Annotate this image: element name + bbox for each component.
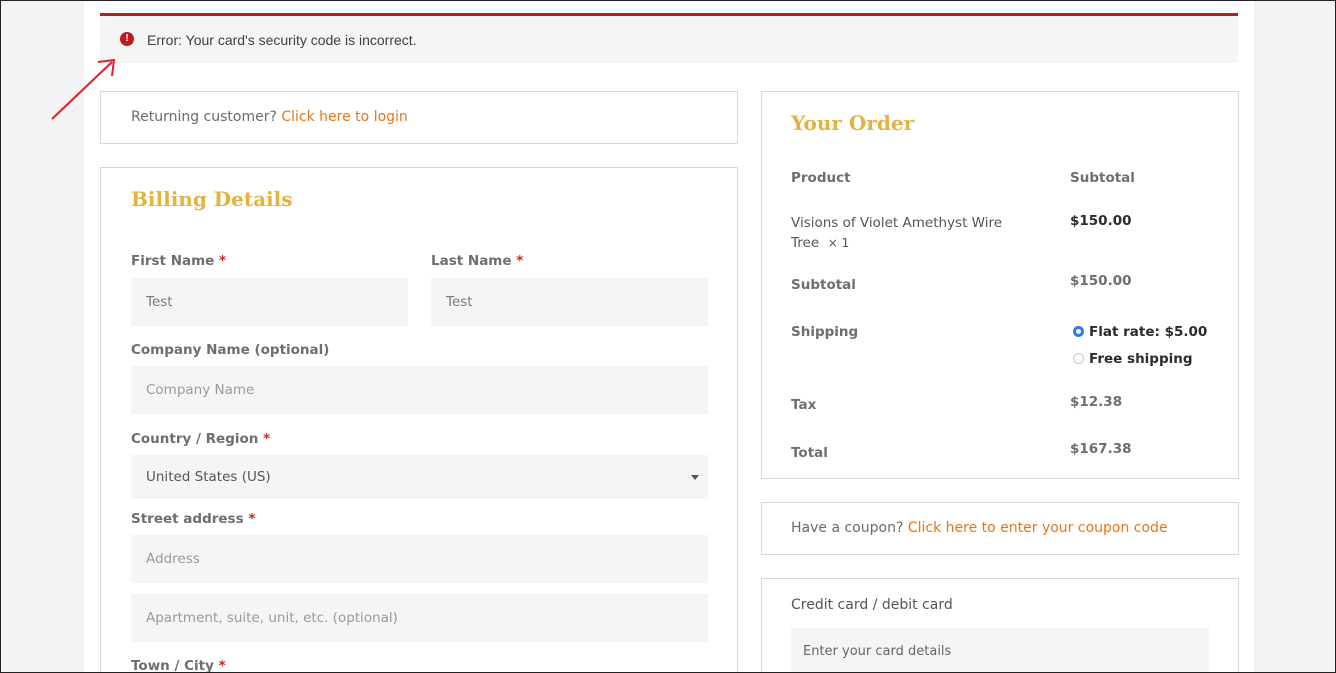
billing-details-panel: Billing Details First Name * Test Last N… [100, 167, 738, 673]
order-title: Your Order [791, 111, 915, 135]
subtotal-value: $150.00 [1070, 273, 1132, 289]
apartment-field[interactable]: Apartment, suite, unit, etc. (optional) [131, 594, 708, 642]
country-select[interactable]: United States (US) [131, 455, 708, 499]
radio-unselected-icon[interactable] [1073, 353, 1084, 364]
error-circle-icon: ! [120, 32, 134, 46]
returning-customer-box: Returning customer? Click here to login [100, 91, 738, 144]
order-summary-panel: Your Order Product Subtotal Visions of V… [761, 91, 1239, 479]
subtotal-column-header: Subtotal [1070, 170, 1135, 186]
tax-label: Tax [791, 397, 817, 413]
subtotal-label: Subtotal [791, 277, 856, 293]
shipping-option-free[interactable]: Free shipping [1073, 351, 1193, 367]
login-link[interactable]: Click here to login [281, 109, 407, 125]
country-label: Country / Region * [131, 431, 271, 447]
payment-method-label: Credit card / debit card [791, 597, 953, 613]
last-name-label: Last Name * [431, 253, 524, 269]
order-item-price: $150.00 [1070, 213, 1132, 229]
billing-title: Billing Details [131, 187, 293, 211]
radio-selected-icon[interactable] [1073, 326, 1084, 337]
last-name-field[interactable]: Test [431, 278, 708, 326]
product-column-header: Product [791, 170, 851, 186]
card-details-field[interactable]: Enter your card details [791, 628, 1209, 673]
error-notice: ! Error: Your card's security code is in… [100, 13, 1238, 63]
payment-panel: Credit card / debit card Enter your card… [761, 578, 1239, 673]
first-name-field[interactable]: Test [131, 278, 408, 326]
shipping-option-flat-rate[interactable]: Flat rate: $5.00 [1073, 324, 1207, 340]
coupon-prompt: Have a coupon? [791, 520, 904, 536]
total-value: $167.38 [1070, 441, 1132, 457]
company-label: Company Name (optional) [131, 342, 330, 358]
chevron-down-icon [691, 475, 699, 480]
city-label: Town / City * [131, 658, 226, 673]
shipping-label: Shipping [791, 324, 859, 340]
error-message: Error: Your card's security code is inco… [147, 32, 417, 48]
order-item-name: Visions of Violet Amethyst Wire Tree × 1 [791, 215, 1003, 251]
coupon-box: Have a coupon? Click here to enter your … [761, 502, 1239, 555]
total-label: Total [791, 445, 828, 461]
street-address-label: Street address * [131, 511, 256, 527]
coupon-link[interactable]: Click here to enter your coupon code [908, 520, 1168, 536]
first-name-label: First Name * [131, 253, 227, 269]
street-address-field[interactable]: Address [131, 535, 708, 583]
returning-customer-prompt: Returning customer? [131, 109, 277, 125]
company-field[interactable]: Company Name [131, 366, 708, 414]
tax-value: $12.38 [1070, 394, 1123, 410]
